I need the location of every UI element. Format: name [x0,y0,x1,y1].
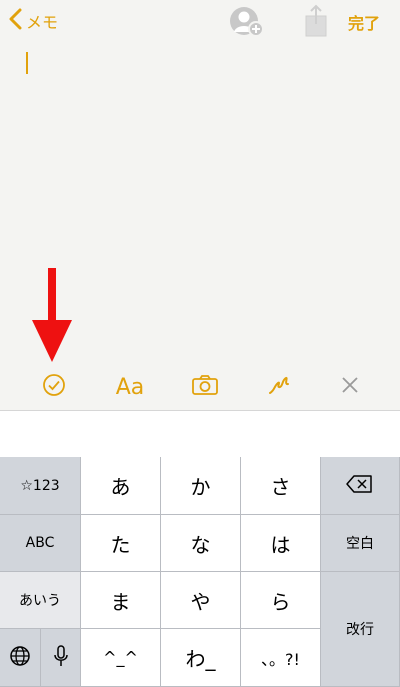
key-na[interactable]: な [161,515,241,572]
text-cursor [26,52,28,74]
key-ha[interactable]: は [241,515,321,572]
arrow-down-icon [30,268,74,364]
checklist-button[interactable] [36,364,72,410]
key-ra[interactable]: ら [241,572,321,629]
chevron-left-icon [8,8,22,34]
keyboard: ☆123 ABC あいう あ か さ た な は ま や ら ^_^ わ_ 、。… [0,457,400,687]
back-button[interactable]: メモ [8,6,58,36]
key-ka[interactable]: か [161,457,241,515]
key-a[interactable]: あ [81,457,161,515]
back-label: メモ [26,13,59,32]
keyboard-suggestion-bar [0,410,400,458]
sketch-button[interactable] [264,364,294,410]
dictation-key[interactable] [41,629,81,687]
key-ma[interactable]: ま [81,572,161,629]
delete-key[interactable] [321,457,400,515]
checklist-icon [42,373,66,401]
return-key[interactable]: 改行 [321,572,400,687]
backspace-icon [346,474,374,498]
navigation-bar: メモ 完了 [0,0,400,44]
key-emoticon[interactable]: ^_^ [81,629,161,687]
abc-key[interactable]: ABC [0,515,81,572]
close-icon [341,376,359,398]
close-button[interactable] [336,364,364,410]
key-sa[interactable]: さ [241,457,321,515]
key-ya[interactable]: や [161,572,241,629]
camera-icon [191,374,219,400]
microphone-icon [53,644,69,672]
space-key[interactable]: 空白 [321,515,400,572]
camera-button[interactable] [188,364,222,410]
globe-icon [9,645,31,671]
hiragana-key[interactable]: あいう [0,572,81,629]
key-ta[interactable]: た [81,515,161,572]
note-toolbar: Aa [0,364,400,410]
add-people-icon[interactable] [228,4,266,40]
done-button[interactable]: 完了 [348,10,380,34]
key-punctuation[interactable]: 、。?! [241,629,321,687]
numbers-key[interactable]: ☆123 [0,457,81,515]
key-wa[interactable]: わ_ [161,629,241,687]
sketch-icon [267,373,291,401]
globe-key[interactable] [0,629,41,687]
format-text-button[interactable]: Aa [110,364,150,410]
share-icon[interactable] [302,4,330,38]
